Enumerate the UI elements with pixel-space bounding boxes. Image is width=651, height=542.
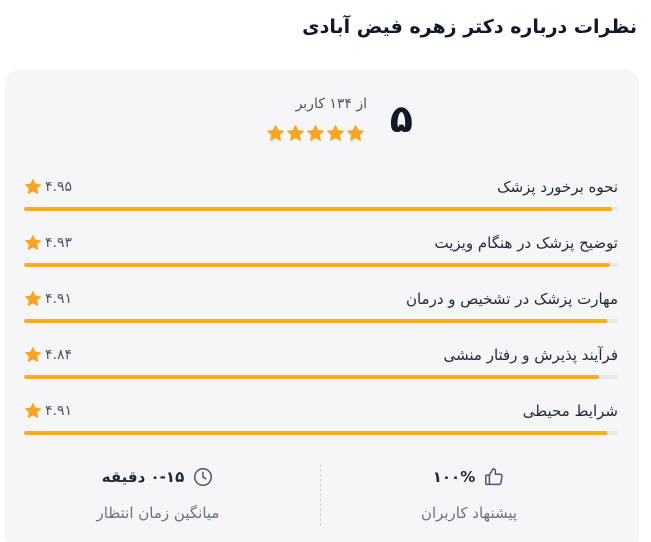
metric-value: ۴.۹۵ (45, 179, 73, 195)
metric-bar-fill (24, 431, 608, 435)
metric-score: ۴.۹۵ (24, 178, 72, 196)
overall-score: ۵ (389, 97, 413, 141)
star-icon (267, 125, 284, 141)
metric-value: ۴.۸۴ (45, 347, 73, 363)
star-icon (327, 125, 344, 141)
wait-time-label: میانگین زمان انتظار (96, 504, 220, 522)
metric-score: ۴.۸۴ (24, 346, 72, 364)
metric-value: ۴.۹۱ (45, 403, 73, 419)
wait-time-stat: ۰-۱۵ دقیقه میانگین زمان انتظار (48, 464, 268, 522)
metric-value: ۴.۹۳ (45, 235, 73, 251)
star-icon (25, 347, 41, 362)
footer-divider (320, 464, 321, 526)
clock-icon (194, 468, 213, 486)
metric-bar-fill (24, 263, 610, 267)
metric-bar (24, 431, 618, 435)
star-icon (25, 179, 41, 194)
metric-bar (24, 319, 618, 323)
metric-label: توضیح پزشک در هنگام ویزیت (434, 234, 619, 252)
reviews-card: ۵ از ۱۳۴ کاربر نحوه برخورد پزشک ۴.۹۵ توض… (5, 70, 639, 542)
star-icon (25, 235, 41, 250)
metric-label: نحوه برخورد پزشک (497, 178, 618, 196)
metric-row: نحوه برخورد پزشک ۴.۹۵ (24, 178, 618, 222)
metric-bar (24, 375, 618, 379)
recommend-stat: ۱۰۰% پیشنهاد کاربران (359, 464, 579, 522)
metric-score: ۴.۹۳ (24, 234, 72, 252)
metric-label: مهارت پزشک در تشخیص و درمان (405, 290, 618, 308)
review-count: از ۱۳۴ کاربر (295, 96, 367, 112)
star-icon (347, 125, 364, 141)
metric-bar-fill (24, 319, 608, 323)
metric-score: ۴.۹۱ (24, 402, 72, 420)
metric-bar-fill (24, 375, 599, 379)
metric-label: فرآیند پذیرش و رفتار منشی (443, 346, 618, 364)
metric-bar (24, 207, 618, 211)
metric-value: ۴.۹۱ (45, 291, 73, 307)
page-title: نظرات درباره دکتر زهره فیض آبادی (302, 16, 637, 38)
metric-row: شرایط محیطی ۴.۹۱ (24, 402, 618, 446)
metric-score: ۴.۹۱ (24, 290, 72, 308)
recommend-label: پیشنهاد کاربران (420, 504, 518, 522)
metric-row: فرآیند پذیرش و رفتار منشی ۴.۸۴ (24, 346, 618, 390)
metric-label: شرایط محیطی (522, 402, 618, 420)
star-icon (307, 125, 324, 141)
star-icon (25, 403, 41, 418)
metric-bar-fill (24, 207, 613, 211)
thumbs-up-icon (485, 468, 503, 486)
overall-stars (266, 124, 365, 143)
star-icon (25, 291, 41, 306)
metric-bar (24, 263, 618, 267)
star-icon (287, 125, 304, 141)
recommend-value: ۱۰۰% (432, 468, 476, 486)
metric-row: توضیح پزشک در هنگام ویزیت ۴.۹۳ (24, 234, 618, 278)
wait-time-value: ۰-۱۵ دقیقه (101, 468, 185, 486)
rating-summary: ۵ از ۱۳۴ کاربر (5, 96, 639, 156)
footer-stats: ۱۰۰% پیشنهاد کاربران ۰-۱۵ دقیقه میانگین … (5, 464, 639, 534)
metric-row: مهارت پزشک در تشخیص و درمان ۴.۹۱ (24, 290, 618, 334)
